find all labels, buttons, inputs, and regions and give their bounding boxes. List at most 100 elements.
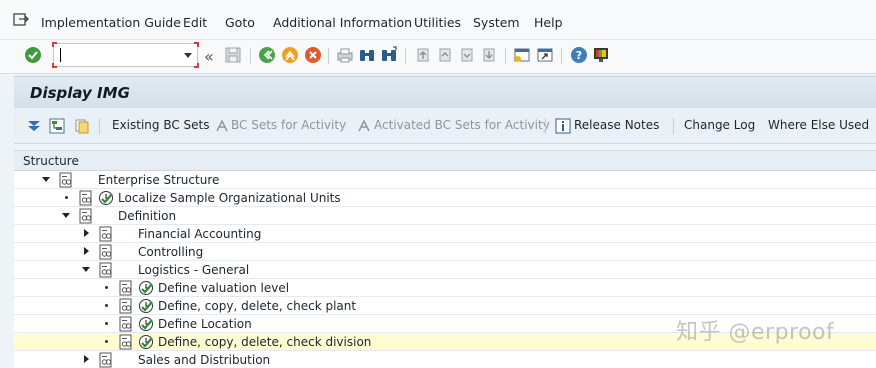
- command-field[interactable]: [52, 42, 199, 68]
- documentation-icon[interactable]: [78, 208, 94, 224]
- separator: [505, 48, 506, 64]
- tree-node-label[interactable]: Sales and Distribution: [138, 353, 270, 367]
- find-next-icon[interactable]: [380, 46, 398, 64]
- tree-node-row[interactable]: Define valuation level: [14, 279, 876, 297]
- enter-icon[interactable]: [24, 46, 42, 64]
- page-title: Display IMG: [30, 84, 130, 102]
- release-notes-button[interactable]: Release Notes: [574, 118, 659, 132]
- leaf-bullet-icon: [65, 196, 68, 199]
- menu-utilities[interactable]: Utilities: [414, 15, 461, 30]
- documentation-icon[interactable]: [98, 244, 114, 260]
- info-icon: [555, 118, 571, 134]
- activated-bc-sets-for-activity-button[interactable]: Activated BC Sets for Activity: [374, 118, 550, 132]
- first-page-icon[interactable]: [414, 46, 432, 64]
- copy-icon[interactable]: [74, 118, 90, 134]
- expand-node-icon[interactable]: [84, 355, 89, 363]
- exit-icon[interactable]: [281, 46, 299, 64]
- tree-node-row[interactable]: Localize Sample Organizational Units: [14, 189, 876, 207]
- system-menu-icon[interactable]: [13, 13, 29, 27]
- tree-node-label[interactable]: Controlling: [138, 245, 203, 259]
- leaf-bullet-icon: [105, 340, 108, 343]
- hierarchy-icon[interactable]: [49, 118, 65, 134]
- prev-page-icon[interactable]: [436, 46, 454, 64]
- tree-column-header: Structure: [14, 151, 876, 171]
- documentation-icon[interactable]: [118, 280, 134, 296]
- last-page-icon[interactable]: [480, 46, 498, 64]
- leaf-bullet-icon: [105, 304, 108, 307]
- menu-help[interactable]: Help: [534, 15, 563, 30]
- structure-column-label: Structure: [23, 154, 79, 168]
- leaf-bullet-icon: [105, 322, 108, 325]
- execute-activity-icon[interactable]: [138, 298, 154, 314]
- separator: [99, 118, 100, 134]
- documentation-icon[interactable]: [98, 352, 114, 368]
- tree-node-row[interactable]: Logistics - General: [14, 261, 876, 279]
- chevron-down-icon[interactable]: [184, 53, 192, 58]
- bc-sets-icon: [216, 119, 228, 132]
- menu-bar: Implementation Guide Edit Goto Additiona…: [0, 0, 876, 40]
- create-session-icon[interactable]: [513, 46, 531, 64]
- back-icon[interactable]: [258, 46, 276, 64]
- tree-node-row[interactable]: Define, copy, delete, check plant: [14, 297, 876, 315]
- tree-node-row[interactable]: Controlling: [14, 243, 876, 261]
- print-icon[interactable]: [336, 46, 354, 64]
- tree-node-label[interactable]: Financial Accounting: [138, 227, 261, 241]
- menu-goto[interactable]: Goto: [225, 15, 255, 30]
- tree-node-label[interactable]: Define Location: [158, 317, 252, 331]
- tree-node-row[interactable]: Sales and Distribution: [14, 351, 876, 368]
- separator: [405, 48, 406, 64]
- tree-node-label[interactable]: Definition: [118, 209, 176, 223]
- collapse-node-icon[interactable]: [62, 213, 70, 218]
- documentation-icon[interactable]: [118, 316, 134, 332]
- bc-sets-for-activity-button[interactable]: BC Sets for Activity: [231, 118, 346, 132]
- existing-bc-sets-button[interactable]: Existing BC Sets: [112, 118, 210, 132]
- tree-node-label[interactable]: Define valuation level: [158, 281, 289, 295]
- tree-node-label[interactable]: Enterprise Structure: [98, 173, 219, 187]
- execute-activity-icon[interactable]: [138, 280, 154, 296]
- execute-activity-icon[interactable]: [138, 316, 154, 332]
- separator: [250, 48, 251, 64]
- tree-node-row[interactable]: Definition: [14, 207, 876, 225]
- expand-node-icon[interactable]: [84, 229, 89, 237]
- find-icon[interactable]: [358, 46, 376, 64]
- application-toolbar: Existing BC Sets BC Sets for Activity Ac…: [14, 108, 876, 144]
- documentation-icon[interactable]: [98, 262, 114, 278]
- documentation-icon[interactable]: [58, 172, 74, 188]
- tree-node-row[interactable]: Enterprise Structure: [14, 171, 876, 189]
- documentation-icon[interactable]: [78, 190, 94, 206]
- activated-bc-sets-icon: [358, 119, 370, 132]
- change-log-button[interactable]: Change Log: [684, 118, 755, 132]
- menu-additional-information[interactable]: Additional Information: [273, 15, 412, 30]
- collapse-node-icon[interactable]: [82, 267, 90, 272]
- shortcut-icon[interactable]: [536, 46, 554, 64]
- help-icon[interactable]: ?: [570, 46, 588, 64]
- menu-system[interactable]: System: [473, 15, 520, 30]
- standard-toolbar: « ?: [0, 40, 876, 74]
- collapse-command-field-icon[interactable]: «: [204, 47, 214, 66]
- separator: [673, 118, 674, 134]
- expand-all-icon[interactable]: [26, 118, 42, 134]
- tree-node-label[interactable]: Localize Sample Organizational Units: [118, 191, 341, 205]
- separator: [328, 48, 329, 64]
- execute-activity-icon[interactable]: [138, 334, 154, 350]
- execute-activity-icon[interactable]: [98, 190, 114, 206]
- collapse-node-icon[interactable]: [42, 177, 50, 182]
- menu-edit[interactable]: Edit: [183, 15, 207, 30]
- separator: [561, 48, 562, 64]
- text-cursor: [60, 48, 61, 62]
- tree-node-row[interactable]: Financial Accounting: [14, 225, 876, 243]
- tree-node-label[interactable]: Logistics - General: [138, 263, 249, 277]
- tree-node-label[interactable]: Define, copy, delete, check plant: [158, 299, 356, 313]
- tree-node-label[interactable]: Define, copy, delete, check division: [158, 335, 371, 349]
- expand-node-icon[interactable]: [84, 247, 89, 255]
- menu-implementation-guide[interactable]: Implementation Guide: [41, 15, 181, 30]
- customize-layout-icon[interactable]: [592, 46, 610, 64]
- documentation-icon[interactable]: [118, 334, 134, 350]
- save-icon[interactable]: [224, 46, 242, 64]
- cancel-icon[interactable]: [304, 46, 322, 64]
- where-else-used-button[interactable]: Where Else Used: [768, 118, 869, 132]
- documentation-icon[interactable]: [98, 226, 114, 242]
- next-page-icon[interactable]: [458, 46, 476, 64]
- leaf-bullet-icon: [105, 286, 108, 289]
- documentation-icon[interactable]: [118, 298, 134, 314]
